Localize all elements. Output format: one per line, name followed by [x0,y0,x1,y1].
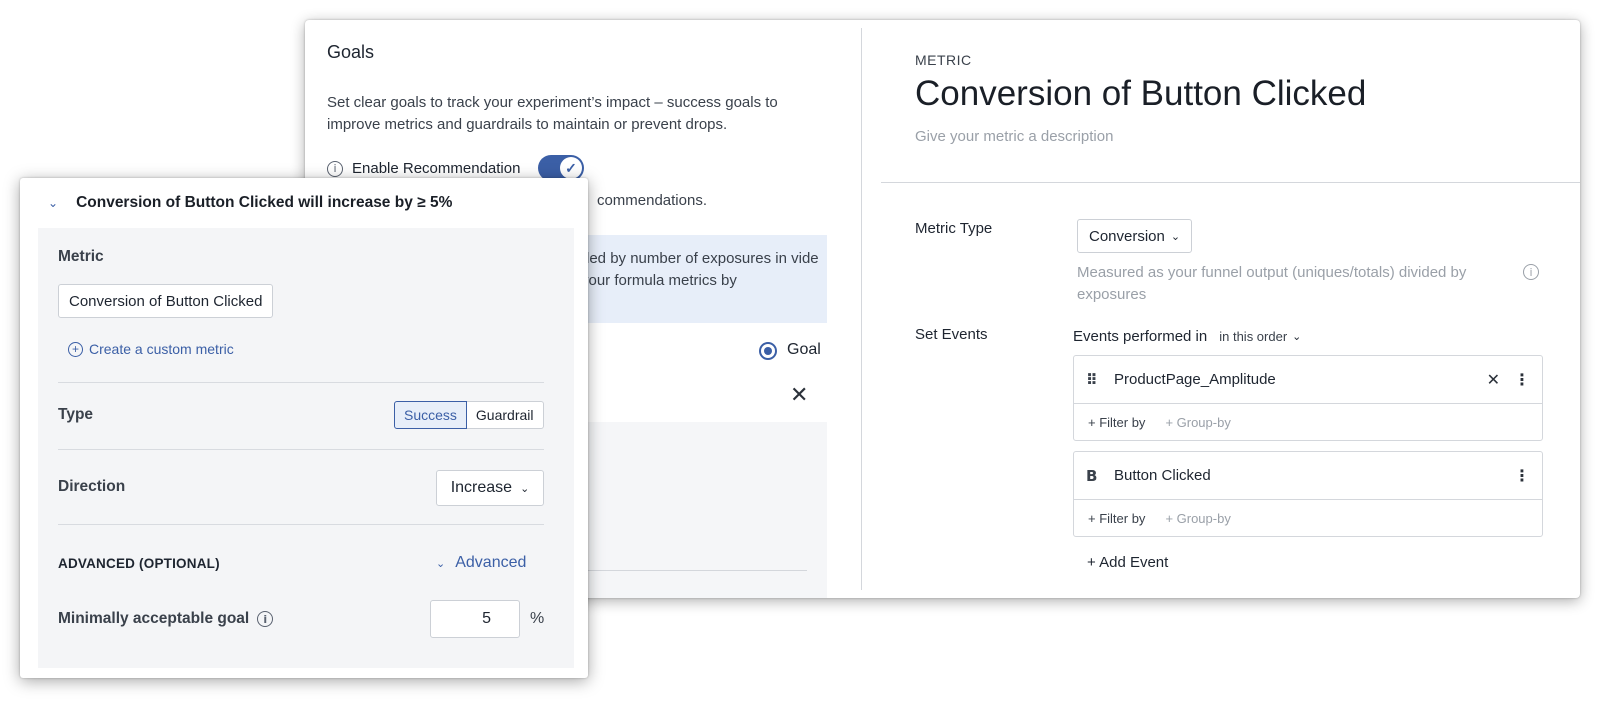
metric-select-field[interactable]: Conversion of Button Clicked [58,284,274,318]
info-icon[interactable]: i [257,611,274,627]
events-performed-label: Events performed in [1073,328,1208,345]
check-icon: ✓ [560,157,582,179]
type-segmented-control: Success Guardrail [394,401,544,429]
divider [58,449,544,450]
order-value: in this order [1219,329,1288,344]
filter-by-button[interactable]: + Filter by [1088,415,1145,430]
advanced-section-label: ADVANCED (OPTIONAL) [58,556,220,571]
goals-title: Goals [327,42,375,62]
create-custom-metric-label: Create a custom metric [89,341,234,357]
chevron-down-icon: ⌄ [520,481,530,495]
event-card: ⠿ ProductPage_Amplitude ✕ ⋮ + Filter by … [1073,355,1543,441]
goal-summary: Conversion of Button Clicked will increa… [76,194,453,211]
metric-type-description: Measured as your funnel output (uniques/… [1077,264,1467,303]
events-header: Events performed in in this order ⌄ [1073,328,1301,345]
event-options: + Filter by + Group-by [1074,500,1542,536]
enable-recommendation-label: Enable Recommendation [352,160,521,177]
info-icon: i [327,160,343,177]
event-options: + Filter by + Group-by [1074,404,1542,440]
type-label: Type [58,406,94,423]
chevron-down-icon[interactable]: ⌄ [48,196,58,210]
more-options-icon[interactable]: ⋮ [1514,466,1530,485]
chevron-down-icon: ⌄ [1170,229,1181,243]
plus-circle-icon: + [68,341,83,357]
set-events-label: Set Events [915,326,988,343]
metric-description-field[interactable]: Give your metric a description [915,128,1113,145]
metric-divider [881,182,1580,183]
filter-by-button[interactable]: + Filter by [1088,511,1145,526]
event-name[interactable]: Button Clicked [1114,467,1514,484]
chevron-down-icon: ⌄ [1292,330,1302,343]
divider [58,524,544,525]
min-goal-label: Minimally acceptable goal [58,610,250,627]
close-icon[interactable]: ✕ [790,382,808,408]
remove-event-icon[interactable]: ✕ [1487,370,1500,390]
info-banner-text: ded by number of exposures in vide your … [581,250,819,289]
type-option-success[interactable]: Success [394,401,467,429]
metric-type-value: Conversion [1089,227,1165,245]
add-event-button[interactable]: + Add Event [1087,554,1168,571]
metric-title[interactable]: Conversion of Button Clicked [915,74,1366,114]
min-goal-unit: % [530,610,545,627]
metric-eyebrow: METRIC [915,52,972,68]
type-option-guardrail[interactable]: Guardrail [466,401,544,429]
direction-value: Increase [450,479,513,496]
drag-handle-icon[interactable]: ⠿ [1086,371,1102,389]
min-goal-input[interactable]: 5 [430,600,520,638]
metric-type-label: Metric Type [915,220,993,237]
divider [58,382,544,383]
min-goal-row: Minimally acceptable goal i [58,610,274,628]
direction-select[interactable]: Increase ⌄ [436,470,544,506]
group-by-button[interactable]: + Group-by [1165,415,1230,430]
panel-divider [861,28,862,590]
enable-recommendation-row: i Enable Recommendation [327,160,520,177]
more-options-icon[interactable]: ⋮ [1514,370,1530,389]
metric-type-select[interactable]: Conversion ⌄ [1077,219,1193,253]
event-card: B Button Clicked ⋮ + Filter by + Group-b… [1073,451,1543,537]
goal-editor-panel: ⌄ Conversion of Button Clicked will incr… [20,178,588,678]
advanced-toggle[interactable]: ⌄ Advanced [436,554,526,572]
group-by-button[interactable]: + Group-by [1165,511,1230,526]
create-custom-metric-link[interactable]: + Create a custom metric [68,341,234,357]
order-select[interactable]: in this order ⌄ [1219,329,1301,344]
goal-radio[interactable] [759,342,777,360]
event-step-marker: B [1086,466,1098,485]
goal-settings: Metric Conversion of Button Clicked + Cr… [38,228,574,668]
info-icon[interactable]: i [1523,264,1539,280]
advanced-toggle-label: Advanced [455,554,527,571]
event-row[interactable]: B Button Clicked ⋮ [1074,452,1542,500]
metric-label: Metric [58,248,104,265]
event-name[interactable]: ProductPage_Amplitude [1114,371,1487,388]
direction-label: Direction [58,478,126,495]
goal-radio-label: Goal [787,341,821,358]
event-row[interactable]: ⠿ ProductPage_Amplitude ✕ ⋮ [1074,356,1542,404]
goal-header[interactable]: ⌄ Conversion of Button Clicked will incr… [20,178,588,228]
chevron-down-icon: ⌄ [436,556,446,570]
goals-description: Set clear goals to track your experiment… [327,94,778,133]
goal-card-divider [575,570,807,571]
